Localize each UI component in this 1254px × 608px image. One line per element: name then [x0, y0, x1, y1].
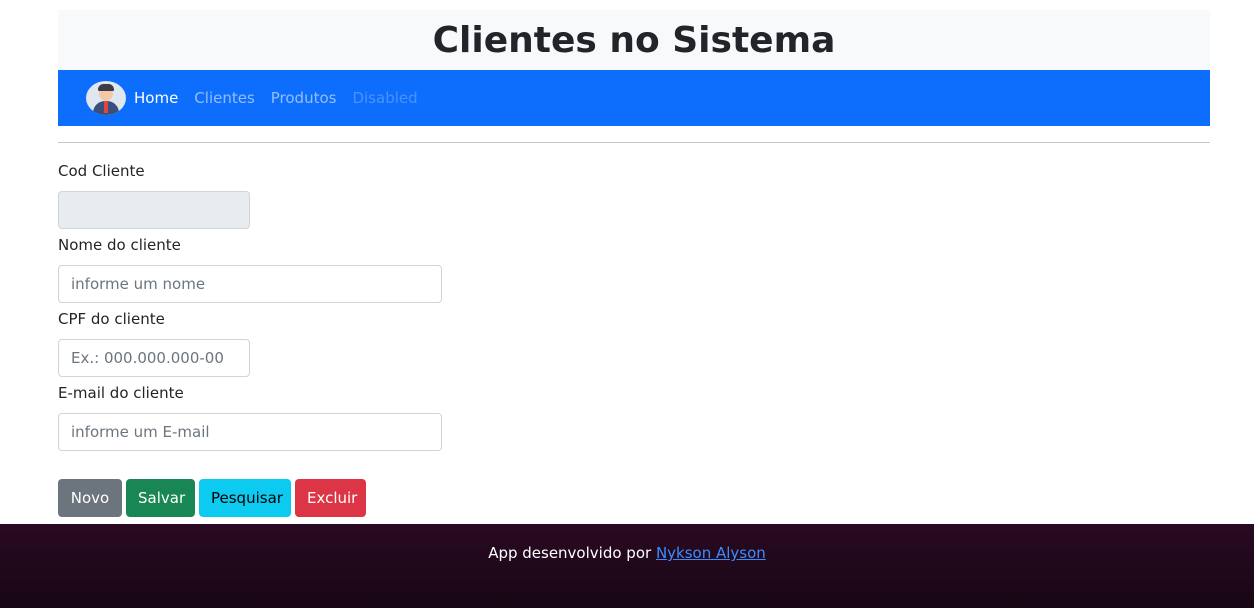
- email-group: E-mail do cliente: [58, 382, 442, 451]
- cod-label: Cod Cliente: [58, 162, 145, 180]
- cpf-label: CPF do cliente: [58, 310, 165, 328]
- excluir-button[interactable]: Excluir: [295, 479, 366, 517]
- email-field[interactable]: [58, 413, 442, 451]
- page-title: Clientes no Sistema: [432, 19, 836, 61]
- action-buttons: Novo Salvar Pesquisar Excluir: [58, 479, 366, 517]
- cpf-group: CPF do cliente: [58, 308, 442, 377]
- user-avatar-icon[interactable]: [86, 81, 126, 115]
- nav-disabled: Disabled: [352, 89, 418, 107]
- divider: [58, 142, 1210, 143]
- cod-cliente-field: [58, 191, 250, 229]
- nome-field[interactable]: [58, 265, 442, 303]
- client-form: Cod Cliente Nome do cliente CPF do clien…: [58, 160, 442, 451]
- nome-label: Nome do cliente: [58, 236, 181, 254]
- page-header: Clientes no Sistema Home Clientes Produt…: [58, 10, 1210, 126]
- author-link[interactable]: Nykson Alyson: [656, 544, 766, 562]
- cpf-field[interactable]: [58, 339, 250, 377]
- pesquisar-button[interactable]: Pesquisar: [199, 479, 291, 517]
- nav-produtos[interactable]: Produtos: [271, 89, 337, 107]
- footer: App desenvolvido por Nykson Alyson: [0, 524, 1254, 608]
- title-bar: Clientes no Sistema: [58, 10, 1210, 70]
- nome-group: Nome do cliente: [58, 234, 442, 303]
- salvar-button[interactable]: Salvar: [126, 479, 195, 517]
- nav-home[interactable]: Home: [134, 89, 178, 107]
- novo-button[interactable]: Novo: [58, 479, 122, 517]
- cod-group: Cod Cliente: [58, 160, 442, 229]
- email-label: E-mail do cliente: [58, 384, 184, 402]
- navbar: Home Clientes Produtos Disabled: [58, 70, 1210, 126]
- nav-clientes[interactable]: Clientes: [194, 89, 254, 107]
- footer-text: App desenvolvido por: [488, 544, 652, 562]
